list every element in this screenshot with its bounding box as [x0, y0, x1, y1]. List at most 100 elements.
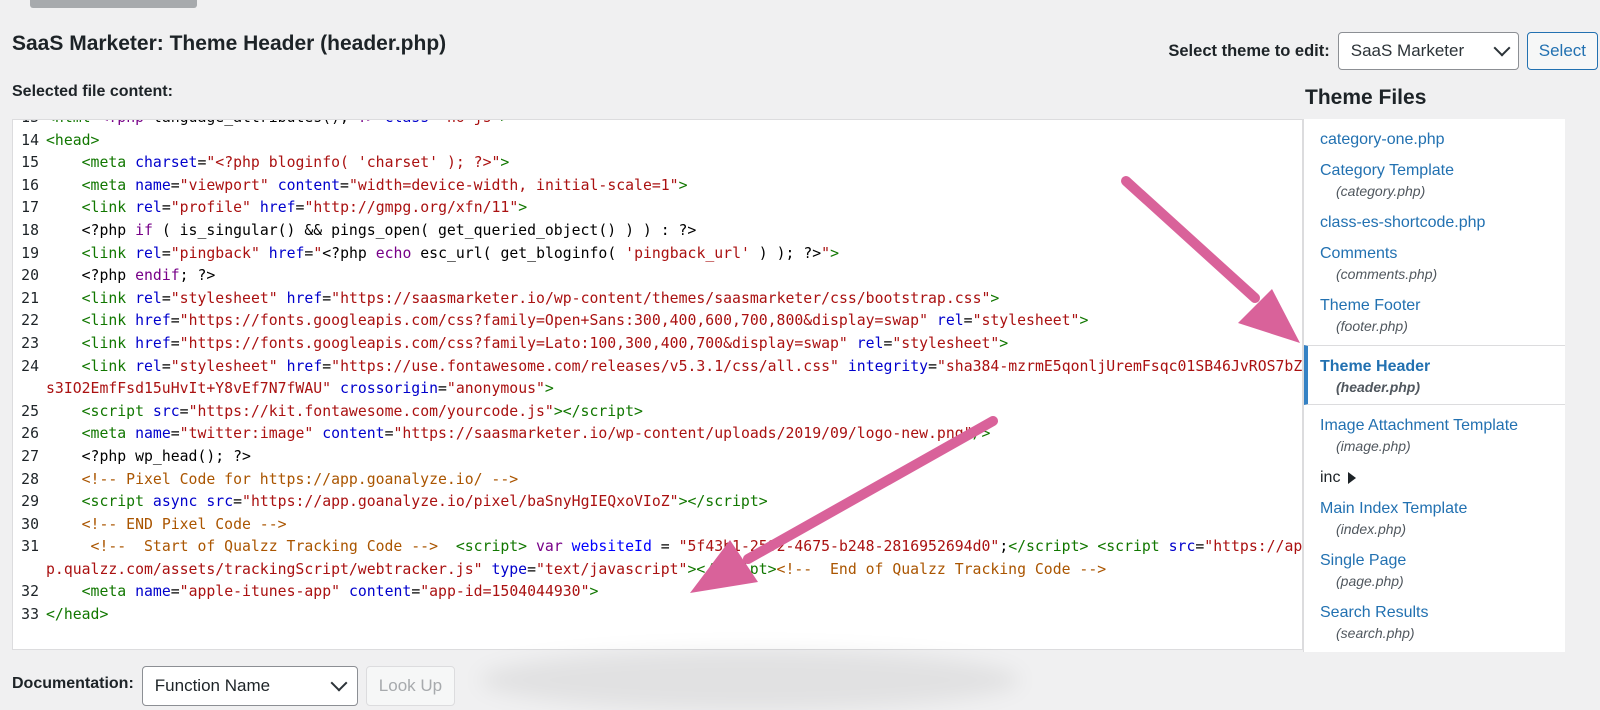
file-path: (footer.php): [1336, 318, 1408, 334]
file-name[interactable]: Search Results: [1320, 602, 1557, 623]
code-line[interactable]: 23 <link href="https://fonts.googleapis.…: [13, 333, 1302, 356]
theme-select-value: SaaS Marketer: [1350, 41, 1465, 60]
file-name[interactable]: inc: [1320, 467, 1557, 488]
file-name-text: category-one.php: [1320, 131, 1445, 148]
code-text[interactable]: <script src="https://kit.fontawesome.com…: [46, 401, 1302, 424]
file-path: (index.php): [1336, 521, 1407, 537]
code-line[interactable]: 13<html <?php language_attributes(); ?> …: [13, 120, 1302, 130]
code-line[interactable]: 33 </head>: [13, 604, 1302, 627]
code-text[interactable]: <!-- END Pixel Code -->: [46, 514, 1302, 537]
code-text[interactable]: <head>: [46, 130, 1302, 153]
file-name[interactable]: Comments: [1320, 243, 1557, 264]
file-item[interactable]: Single Page (page.php): [1304, 540, 1565, 592]
line-number: 16: [21, 176, 39, 194]
file-item[interactable]: class-es-shortcode.php: [1304, 202, 1565, 233]
file-item[interactable]: Main Index Template (index.php): [1304, 488, 1565, 540]
top-button-stub[interactable]: [30, 0, 197, 8]
code-text[interactable]: <script async src="https://app.goanalyze…: [46, 491, 1302, 514]
file-name[interactable]: Theme Header: [1320, 356, 1557, 377]
code-text[interactable]: <link rel="profile" href="http://gmpg.or…: [46, 197, 1302, 220]
file-name[interactable]: class-es-shortcode.php: [1320, 212, 1557, 233]
line-number: 13: [13, 120, 46, 130]
file-name[interactable]: category-one.php: [1320, 129, 1557, 150]
file-item[interactable]: Search Results (search.php): [1304, 592, 1565, 644]
code-line[interactable]: 25 <script src="https://kit.fontawesome.…: [13, 401, 1302, 424]
code-line[interactable]: 22 <link href="https://fonts.googleapis.…: [13, 310, 1302, 333]
documentation-label: Documentation:: [12, 675, 134, 692]
line-number: 22: [21, 312, 39, 330]
file-item[interactable]: category-one.php: [1304, 119, 1565, 150]
file-item[interactable]: Comments (comments.php): [1304, 233, 1565, 285]
code-line[interactable]: 20 <?php endif; ?>: [13, 265, 1302, 288]
code-text[interactable]: <?php if ( is_singular() && pings_open( …: [46, 220, 1302, 243]
folder-triangle-icon[interactable]: [1348, 471, 1357, 484]
code-text[interactable]: <link href="https://fonts.googleapis.com…: [46, 310, 1302, 333]
page-title: SaaS Marketer: Theme Header (header.php): [12, 32, 447, 55]
file-name[interactable]: Image Attachment Template: [1320, 415, 1557, 436]
line-number: 15: [21, 154, 39, 172]
code-line[interactable]: 21 <link rel="stylesheet" href="https://…: [13, 288, 1302, 311]
line-number: 14: [21, 131, 39, 149]
file-item[interactable]: Image Attachment Template (image.php): [1304, 405, 1565, 457]
code-text[interactable]: <link rel="stylesheet" href="https://saa…: [46, 288, 1302, 311]
file-name-text: Search Results: [1320, 604, 1429, 621]
code-line[interactable]: 14 <head>: [13, 130, 1302, 153]
file-name-text: class-es-shortcode.php: [1320, 214, 1486, 231]
code-text[interactable]: <html <?php language_attributes(); ?> cl…: [46, 120, 1302, 130]
documentation-select[interactable]: Function Name: [141, 666, 358, 706]
code-line[interactable]: 16 <meta name="viewport" content="width=…: [13, 175, 1302, 198]
code-line[interactable]: 29 <script async src="https://app.goanal…: [13, 491, 1302, 514]
code-line[interactable]: 31 <!-- Start of Qualzz Tracking Code --…: [13, 536, 1302, 581]
file-name[interactable]: Category Template: [1320, 160, 1557, 181]
lookup-button[interactable]: Look Up: [365, 666, 456, 706]
file-name-text: Theme Header: [1320, 358, 1431, 375]
code-line[interactable]: 32 <meta name="apple-itunes-app" content…: [13, 581, 1302, 604]
code-editor[interactable]: 13<html <?php language_attributes(); ?> …: [12, 119, 1303, 650]
file-name-text: Comments: [1320, 245, 1398, 262]
file-name[interactable]: Theme Footer: [1320, 295, 1557, 316]
code-line[interactable]: 17 <link rel="profile" href="http://gmpg…: [13, 197, 1302, 220]
line-number: 21: [21, 289, 39, 307]
code-line[interactable]: 28 <!-- Pixel Code for https://app.goana…: [13, 469, 1302, 492]
code-text[interactable]: <?php wp_head(); ?>: [46, 446, 1302, 469]
line-number: 25: [21, 402, 39, 420]
file-name[interactable]: Main Index Template: [1320, 498, 1557, 519]
code-line[interactable]: 30 <!-- END Pixel Code -->: [13, 514, 1302, 537]
code-text[interactable]: <!-- Start of Qualzz Tracking Code --> <…: [46, 536, 1302, 581]
documentation-select-value: Function Name: [154, 676, 271, 695]
code-text[interactable]: </head>: [46, 604, 1302, 627]
code-line[interactable]: 27 <?php wp_head(); ?>: [13, 446, 1302, 469]
line-number: 31: [21, 538, 39, 556]
code-line[interactable]: 26 <meta name="twitter:image" content="h…: [13, 423, 1302, 446]
code-line[interactable]: 24 <link rel="stylesheet" href="https://…: [13, 356, 1302, 401]
chevron-down-icon: [330, 674, 348, 692]
code-text[interactable]: <meta name="apple-itunes-app" content="a…: [46, 581, 1302, 604]
file-item[interactable]: Theme Footer (footer.php): [1304, 285, 1565, 337]
code-line[interactable]: 19 <link rel="pingback" href="<?php echo…: [13, 243, 1302, 266]
line-number: 29: [21, 493, 39, 511]
file-name-text: Image Attachment Template: [1320, 417, 1519, 434]
code-text[interactable]: <meta name="twitter:image" content="http…: [46, 423, 1302, 446]
code-text[interactable]: <link rel="pingback" href="<?php echo es…: [46, 243, 1302, 266]
code-text[interactable]: <!-- Pixel Code for https://app.goanalyz…: [46, 469, 1302, 492]
file-name[interactable]: Single Page: [1320, 550, 1557, 571]
code-text[interactable]: <link href="https://fonts.googleapis.com…: [46, 333, 1302, 356]
line-number: 30: [21, 515, 39, 533]
file-name-text: Category Template: [1320, 162, 1454, 179]
code-text[interactable]: <link rel="stylesheet" href="https://use…: [46, 356, 1302, 401]
file-name-text: Main Index Template: [1320, 500, 1468, 517]
line-number: 27: [21, 447, 39, 465]
code-line[interactable]: 18 <?php if ( is_singular() && pings_ope…: [13, 220, 1302, 243]
file-item[interactable]: inc: [1304, 457, 1565, 488]
theme-select[interactable]: SaaS Marketer: [1337, 32, 1519, 70]
file-item[interactable]: Category Template (category.php): [1304, 150, 1565, 202]
code-text[interactable]: <meta name="viewport" content="width=dev…: [46, 175, 1302, 198]
code-text[interactable]: <?php endif; ?>: [46, 265, 1302, 288]
code-line[interactable]: 15 <meta charset="<?php bloginfo( 'chars…: [13, 152, 1302, 175]
theme-files-list: category-one.php Category Template (catego…: [1303, 119, 1565, 652]
line-number: 20: [21, 267, 39, 285]
code-lines[interactable]: 13<html <?php language_attributes(); ?> …: [13, 120, 1302, 627]
file-item[interactable]: Theme Header (header.php): [1304, 345, 1565, 405]
code-text[interactable]: <meta charset="<?php bloginfo( 'charset'…: [46, 152, 1302, 175]
select-button[interactable]: Select: [1526, 32, 1598, 70]
